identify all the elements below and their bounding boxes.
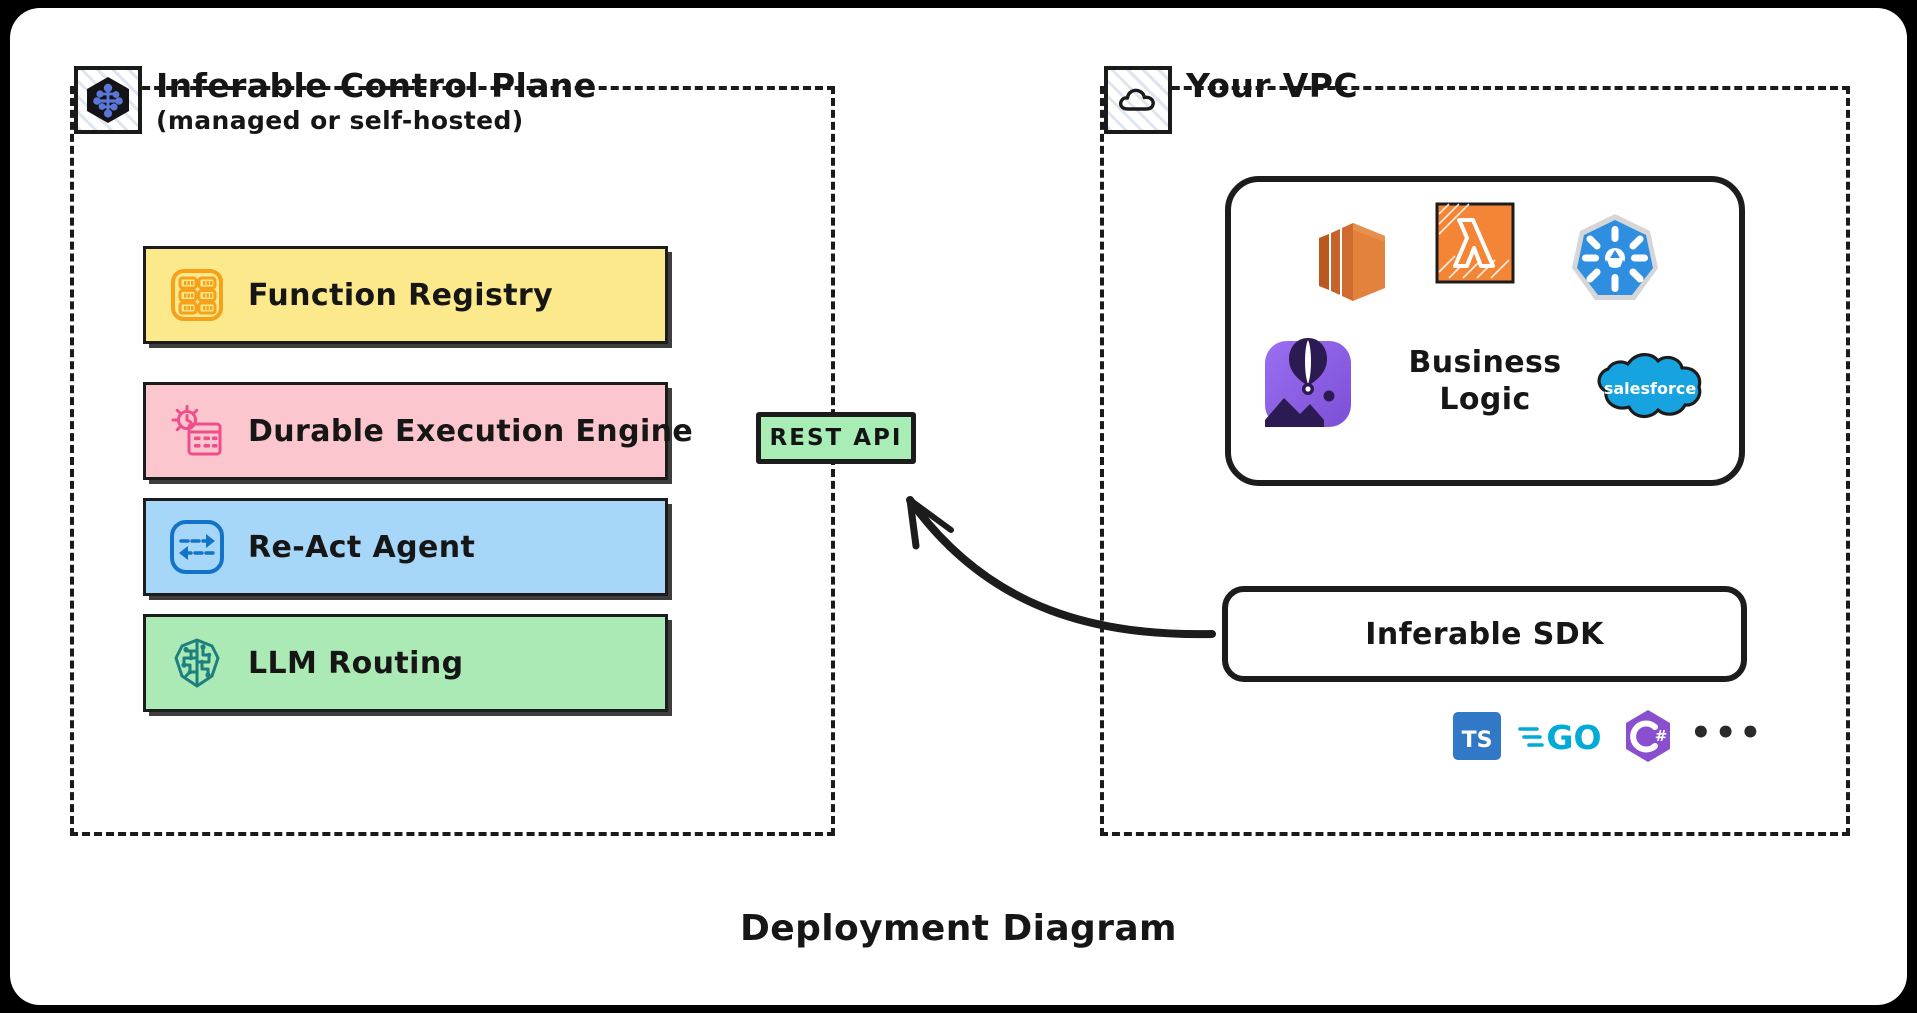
sdk-language-list: TS GO # ••• (1452, 708, 1764, 768)
control-plane-header: Inferable Control Plane (managed or self… (74, 66, 597, 134)
component-re-act-agent[interactable]: Re-Act Agent (143, 498, 668, 596)
component-llm-routing[interactable]: LLM Routing (143, 614, 668, 712)
svg-text:GO: GO (1546, 718, 1601, 757)
aws-ecs-icon (1307, 216, 1397, 312)
business-logic-line2: Logic (1439, 382, 1531, 418)
vpc-title: Your VPC (1186, 66, 1358, 105)
business-logic-line1: Business (1408, 345, 1562, 380)
component-durable-execution-engine[interactable]: Durable Execution Engine (143, 382, 693, 480)
business-logic-label: Business Logic (1390, 344, 1580, 418)
grid-registry-icon (168, 266, 226, 324)
typescript-icon: TS (1452, 711, 1502, 765)
golang-icon: GO (1518, 713, 1606, 763)
circuit-brain-icon (168, 634, 226, 692)
salesforce-icon: salesforce (1590, 348, 1710, 436)
diagram-caption: Deployment Diagram (740, 908, 1177, 949)
component-function-registry[interactable]: Function Registry (143, 246, 668, 344)
inferable-hexagon-logo-icon (74, 66, 142, 134)
vpc-header: Your VPC (1104, 66, 1358, 134)
inferable-sdk-panel[interactable]: Inferable SDK (1222, 586, 1747, 682)
component-label: LLM Routing (248, 645, 464, 681)
salesforce-wordmark: salesforce (1604, 379, 1697, 398)
component-label: Re-Act Agent (248, 529, 476, 565)
aws-lambda-icon (1433, 200, 1517, 290)
rest-api-node[interactable]: REST API (756, 412, 916, 464)
csharp-icon: # (1622, 708, 1674, 768)
two-way-arrows-icon (168, 518, 226, 576)
control-plane-title: Inferable Control Plane (156, 66, 597, 105)
kubernetes-icon (1566, 210, 1664, 314)
inferable-sdk-label: Inferable SDK (1365, 616, 1604, 652)
balloon-app-icon (1262, 338, 1354, 434)
more-languages-ellipsis: ••• (1690, 713, 1765, 753)
component-label: Function Registry (248, 277, 554, 313)
component-label: Durable Execution Engine (248, 413, 694, 449)
svg-text:#: # (1655, 727, 1668, 745)
control-plane-subtitle: (managed or self-hosted) (156, 105, 524, 135)
diagram-card: Inferable Control Plane (managed or self… (10, 8, 1907, 1005)
clock-calendar-icon (168, 402, 226, 460)
cloud-icon (1104, 66, 1172, 134)
svg-text:TS: TS (1462, 728, 1493, 753)
